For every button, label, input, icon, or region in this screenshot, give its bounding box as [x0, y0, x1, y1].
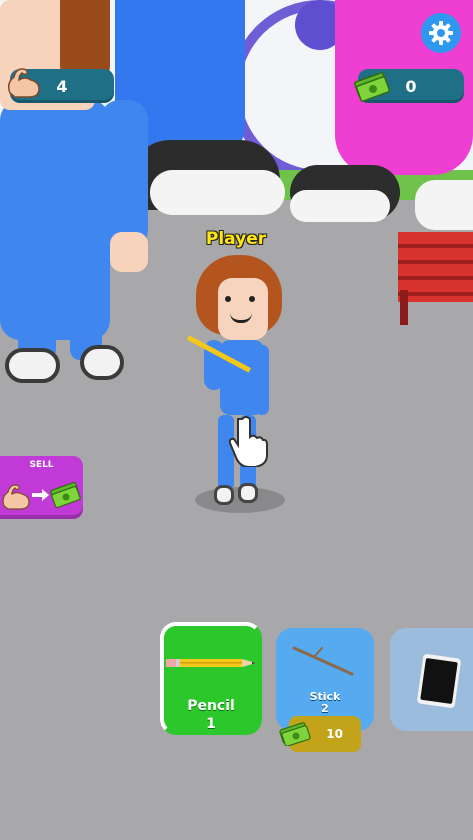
money-counter: 0: [353, 69, 464, 103]
strength-counter: 4: [7, 68, 114, 103]
bench: [398, 232, 473, 302]
strength-value: 4: [56, 76, 68, 96]
player-name-label: Player: [205, 229, 267, 249]
giant-npc-shoe: [415, 180, 473, 230]
flexed-bicep-icon: [7, 68, 40, 98]
cash-stack-icon: [353, 72, 391, 102]
sell-button[interactable]: SELL: [0, 456, 83, 519]
player-shoe: [238, 483, 258, 503]
sell-conversion-graphic: [2, 481, 81, 510]
item-level: 2: [321, 702, 329, 715]
item-name: Pencil: [187, 698, 235, 714]
arrow-right-icon: [32, 489, 49, 501]
giant-npc-shoe-sole: [150, 170, 285, 215]
flexed-bicep-icon: [2, 484, 30, 510]
player-shoe: [214, 485, 234, 505]
sell-label: SELL: [29, 460, 54, 470]
npc-arm: [100, 100, 148, 250]
money-value: 0: [405, 76, 417, 96]
price-value: 10: [326, 727, 343, 741]
pencil-icon: [166, 659, 256, 667]
item-card-locked[interactable]: [390, 628, 473, 731]
player-arm: [255, 345, 269, 415]
cash-stack-icon: [50, 481, 81, 509]
giant-npc-shoe-sole: [290, 190, 390, 222]
item-level: 1: [206, 716, 216, 732]
player-eye: [249, 296, 255, 302]
player-face: [218, 278, 268, 340]
gear-icon: [429, 21, 453, 45]
npc-shoe: [80, 345, 124, 380]
bench-leg: [400, 290, 408, 325]
item-card-pencil[interactable]: Pencil 1: [160, 622, 262, 735]
stick-icon: [292, 646, 354, 676]
player-eye: [225, 296, 231, 302]
settings-button[interactable]: [421, 13, 461, 53]
npc-shoe: [5, 348, 60, 383]
pointing-hand-icon: [228, 416, 268, 467]
stick-price-button[interactable]: 10: [279, 716, 361, 752]
cash-stack-icon: [279, 722, 311, 746]
smartphone-icon: [417, 654, 461, 708]
npc-hand: [110, 232, 148, 272]
